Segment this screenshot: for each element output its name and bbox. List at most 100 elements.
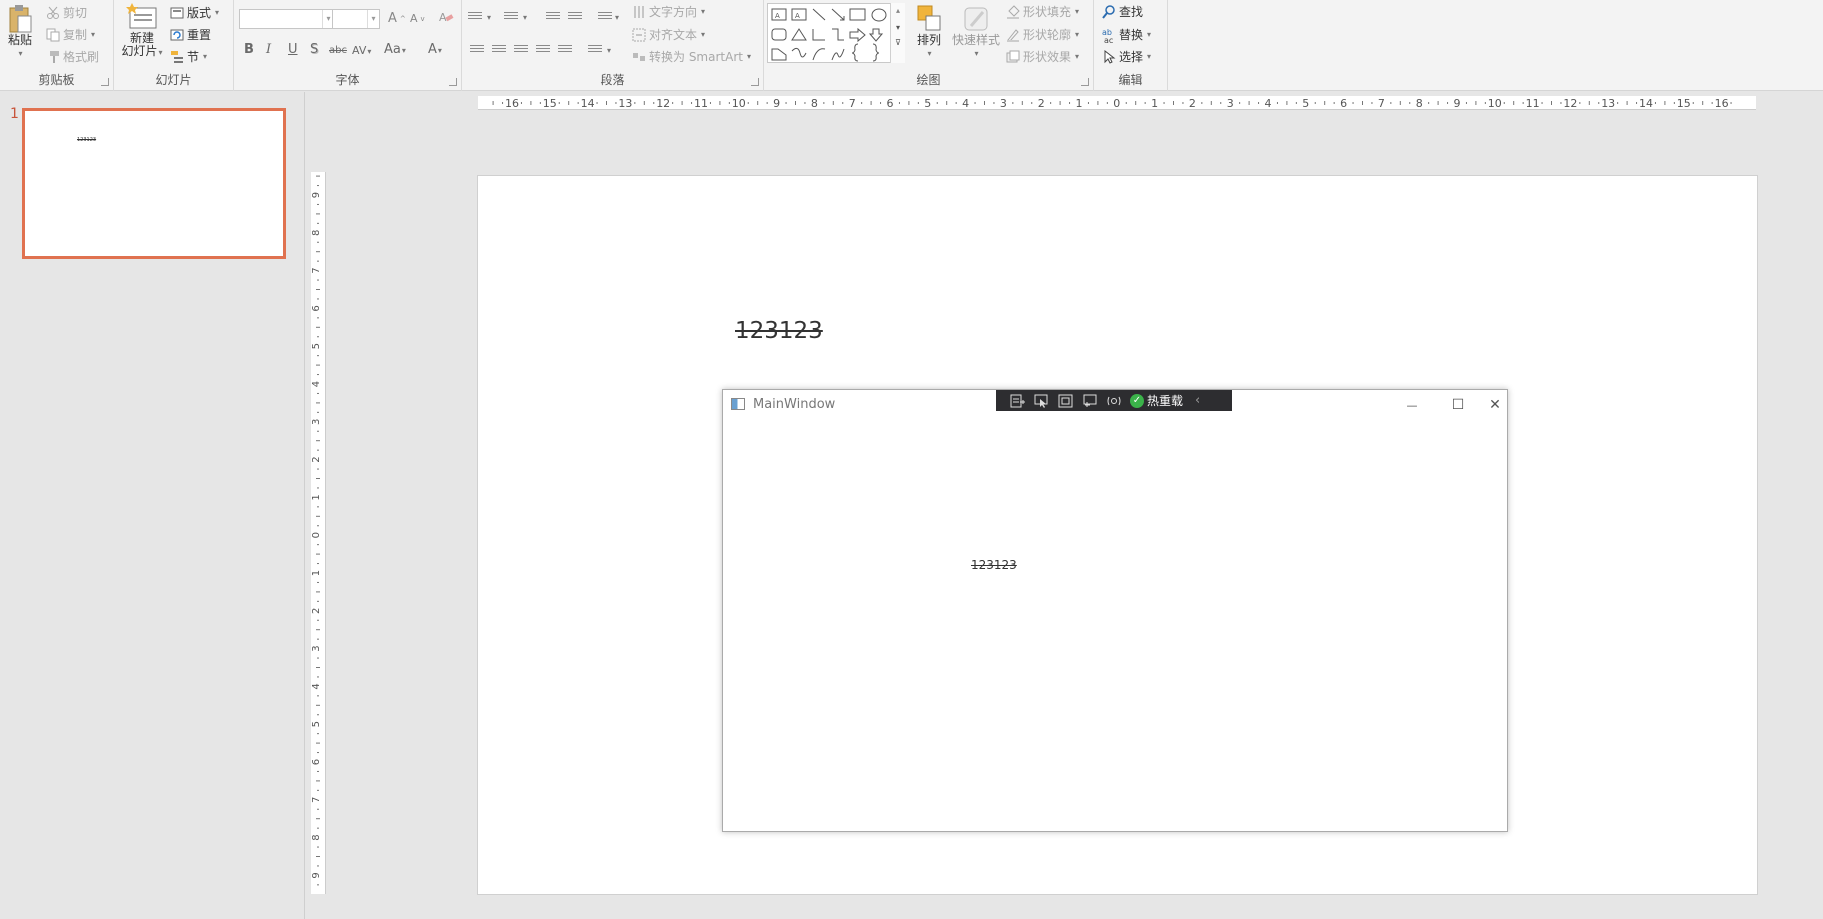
chevron-down-icon: ▾ xyxy=(1075,7,1080,16)
paste-button[interactable]: 粘贴 ▾ xyxy=(4,4,36,60)
svg-text:A: A xyxy=(439,11,447,24)
shapes-gallery-scroll[interactable]: ▴ ▾ ⊽ xyxy=(890,3,905,63)
align-text-button[interactable]: 对齐文本 ▾ xyxy=(632,26,705,43)
quick-styles-button[interactable]: 快速样式 ▾ xyxy=(950,4,1002,60)
more-icon[interactable]: ⊽ xyxy=(891,38,905,47)
chevron-up-icon[interactable]: ▴ xyxy=(891,6,905,15)
select-element-icon[interactable] xyxy=(1034,394,1050,408)
format-painter-button[interactable]: 格式刷 xyxy=(46,48,99,65)
dialog-launcher-icon[interactable] xyxy=(449,78,457,86)
dialog-launcher-icon[interactable] xyxy=(101,78,109,86)
chevron-down-icon: ▾ xyxy=(215,8,220,17)
slide-text-box[interactable]: 123123 xyxy=(735,318,823,344)
close-button[interactable]: ✕ xyxy=(1481,392,1509,418)
ruler-label: 1 xyxy=(311,570,322,576)
clear-format-button[interactable]: A xyxy=(438,10,454,24)
ruler-label: 5 xyxy=(311,343,322,349)
text-direction-button[interactable]: 文字方向 ▾ xyxy=(632,3,705,20)
collapse-toolbar-icon[interactable]: ‹ xyxy=(1195,393,1200,408)
shadow-button[interactable]: S xyxy=(310,42,318,57)
vertical-ruler[interactable]: 9 8 7 6 5 4 3 2 1 0 1 2 3 4 5 6 7 8 9 xyxy=(311,172,326,894)
arrange-button[interactable]: 排列 ▾ xyxy=(912,4,946,60)
strikethrough-button[interactable]: abc xyxy=(329,45,347,56)
main-window-title: MainWindow xyxy=(753,397,836,412)
smartart-button[interactable]: 转换为 SmartArt ▾ xyxy=(632,48,751,65)
reset-icon xyxy=(170,28,184,42)
increase-indent-icon[interactable] xyxy=(568,12,582,24)
minimize-button[interactable]: — xyxy=(1390,392,1434,418)
align-left-icon[interactable] xyxy=(470,45,484,57)
select-button[interactable]: 选择 ▾ xyxy=(1102,48,1151,65)
live-visual-tree-icon[interactable] xyxy=(1010,394,1026,408)
reset-button[interactable]: 重置 xyxy=(170,26,211,43)
ruler-label: 2 xyxy=(311,608,322,614)
arrange-icon xyxy=(917,5,941,31)
ruler-label: 6 xyxy=(1340,97,1347,110)
font-size-combo[interactable]: ▾ xyxy=(332,9,380,29)
new-slide-button[interactable]: 新建 幻灯片▾ xyxy=(118,2,166,59)
columns-icon[interactable] xyxy=(588,45,602,57)
ruler-label: 14 xyxy=(1639,97,1653,110)
dialog-launcher-icon[interactable] xyxy=(1081,78,1089,86)
horizontal-ruler[interactable]: 16 15 14 13 12 11 10 9 8 7 6 5 4 3 2 1 0 1 2 3 4 5 6 7 8 9 10 11 12 1… xyxy=(478,96,1756,110)
arrange-label: 排列 xyxy=(916,33,941,47)
shape-effects-button[interactable]: 形状效果 ▾ xyxy=(1006,48,1079,65)
slide-thumbnail[interactable]: 123123 xyxy=(22,108,286,259)
chevron-down-icon[interactable]: ▾ xyxy=(487,13,491,22)
chevron-down-icon[interactable]: ▾ xyxy=(523,13,527,22)
layout-adorners-icon[interactable] xyxy=(1106,394,1122,408)
track-focus-icon[interactable] xyxy=(1082,394,1098,408)
change-case-button[interactable]: Aa▾ xyxy=(384,42,406,57)
shrink-font-button[interactable]: Av xyxy=(410,12,425,25)
italic-button[interactable]: I xyxy=(266,42,271,57)
shapes-gallery[interactable]: A A xyxy=(767,3,905,63)
numbering-icon[interactable] xyxy=(504,12,518,24)
align-center-icon[interactable] xyxy=(492,45,506,57)
font-name-combo[interactable]: ▾ xyxy=(239,9,335,29)
chevron-down-icon[interactable]: ▾ xyxy=(607,46,611,55)
slides-group-label: 幻灯片 xyxy=(155,73,192,87)
line-spacing-icon[interactable] xyxy=(598,12,612,24)
section-button[interactable]: 节 ▾ xyxy=(170,48,207,65)
ruler-label: 10 xyxy=(1488,97,1502,110)
copy-button[interactable]: 复制 ▾ xyxy=(46,26,95,43)
maximize-button[interactable]: ☐ xyxy=(1436,392,1480,418)
display-adorners-icon[interactable] xyxy=(1058,394,1074,408)
underline-button[interactable]: U xyxy=(288,42,298,57)
ruler-label: 7 xyxy=(1378,97,1385,110)
bullets-icon[interactable] xyxy=(468,12,482,24)
ruler-label: 1 xyxy=(1076,97,1083,110)
ruler-label: 6 xyxy=(311,759,322,765)
layout-button[interactable]: 版式 ▾ xyxy=(170,4,219,21)
chevron-down-icon[interactable]: ▾ xyxy=(891,23,905,32)
smartart-label: 转换为 SmartArt xyxy=(649,50,743,64)
align-right-icon[interactable] xyxy=(514,45,528,57)
shape-fill-button[interactable]: 形状填充 ▾ xyxy=(1006,3,1079,20)
decrease-indent-icon[interactable] xyxy=(546,12,560,24)
copy-icon xyxy=(46,28,60,42)
hot-reload-status[interactable]: ✓ 热重载 xyxy=(1130,392,1183,409)
justify-icon[interactable] xyxy=(536,45,550,57)
chevron-down-icon[interactable]: ▾ xyxy=(367,10,379,28)
bold-button[interactable]: B xyxy=(244,42,254,57)
shape-outline-button[interactable]: 形状轮廓 ▾ xyxy=(1006,26,1079,43)
window-icon xyxy=(731,398,745,410)
paragraph-group: ▾ ▾ ▾ ▾ 文字方向 ▾ 对齐文本 ▾ 转换为 SmartArt ▾ 段落 xyxy=(462,0,764,91)
cut-button[interactable]: 剪切 xyxy=(46,4,87,21)
char-spacing-button[interactable]: AV▾ xyxy=(352,44,371,57)
pen-icon xyxy=(1006,28,1020,42)
chevron-down-icon[interactable]: ▾ xyxy=(615,13,619,22)
distributed-icon[interactable] xyxy=(558,45,572,57)
ruler-label: 16 xyxy=(1715,97,1729,110)
cut-label: 剪切 xyxy=(63,6,88,20)
ruler-label: 9 xyxy=(773,97,780,110)
main-window[interactable]: MainWindow — ☐ ✕ 123123 xyxy=(722,389,1508,832)
grow-font-button[interactable]: A ^ xyxy=(388,11,406,26)
font-color-button[interactable]: A▾ xyxy=(428,42,442,57)
ruler-label: 7 xyxy=(849,97,856,110)
pane-divider[interactable] xyxy=(304,92,305,919)
find-button[interactable]: 查找 xyxy=(1102,3,1143,20)
replace-button[interactable]: ab ac 替换 ▾ xyxy=(1102,26,1151,45)
dialog-launcher-icon[interactable] xyxy=(751,78,759,86)
font-group-label: 字体 xyxy=(335,73,360,87)
